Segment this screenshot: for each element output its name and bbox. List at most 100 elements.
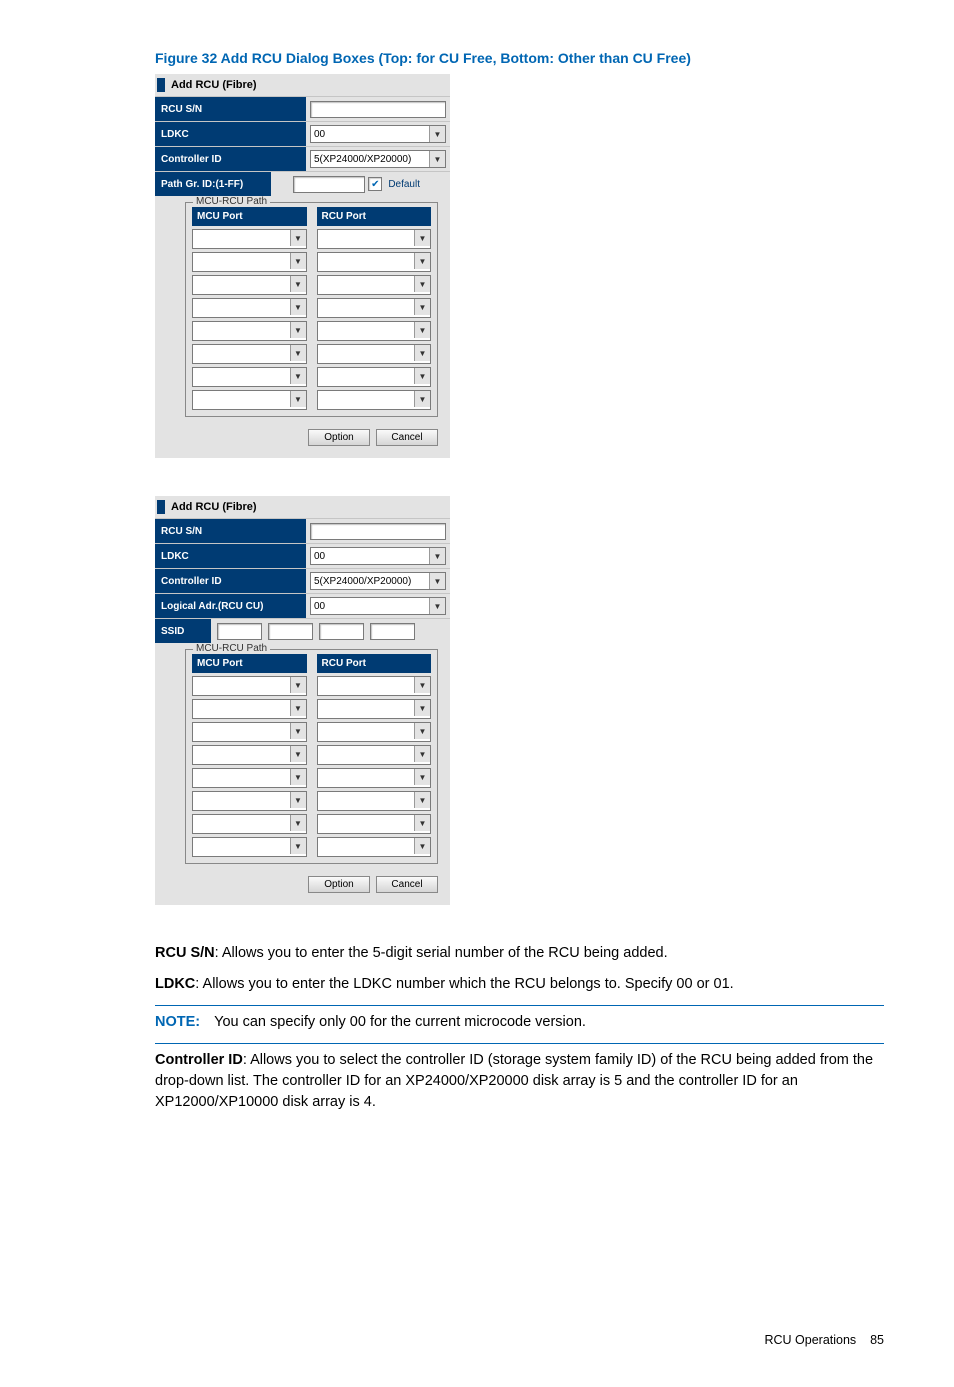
mcu-port-select[interactable]: ▼ xyxy=(192,367,307,387)
ldkc-value: 00 xyxy=(314,551,325,562)
mcu-port-select[interactable]: ▼ xyxy=(192,229,307,249)
rcu-port-select[interactable]: ▼ xyxy=(317,768,432,788)
title-marker-icon xyxy=(157,78,165,92)
chevron-down-icon: ▼ xyxy=(414,723,430,739)
ssid-label: SSID xyxy=(155,619,211,643)
cancel-button[interactable]: Cancel xyxy=(376,429,438,446)
ldkc-select[interactable]: 00 ▼ xyxy=(310,547,446,565)
ldkc-value: 00 xyxy=(314,129,325,140)
mcu-port-select[interactable]: ▼ xyxy=(192,298,307,318)
mcu-port-select[interactable]: ▼ xyxy=(192,814,307,834)
ssid-input-1[interactable] xyxy=(217,623,262,640)
rcu-port-select[interactable]: ▼ xyxy=(317,676,432,696)
mcu-port-select[interactable]: ▼ xyxy=(192,791,307,811)
rcu-port-select[interactable]: ▼ xyxy=(317,837,432,857)
chevron-down-icon: ▼ xyxy=(414,322,430,338)
mcu-port-select[interactable]: ▼ xyxy=(192,390,307,410)
chevron-down-icon: ▼ xyxy=(414,230,430,246)
path-gr-id-label: Path Gr. ID:(1-FF) xyxy=(155,172,271,196)
rcu-port-select[interactable]: ▼ xyxy=(317,745,432,765)
chevron-down-icon: ▼ xyxy=(290,677,306,693)
chevron-down-icon: ▼ xyxy=(429,598,445,614)
chevron-down-icon: ▼ xyxy=(414,746,430,762)
rcu-port-select[interactable]: ▼ xyxy=(317,791,432,811)
mcu-port-header: MCU Port xyxy=(192,207,307,226)
chevron-down-icon: ▼ xyxy=(290,253,306,269)
dialog-title: Add RCU (Fibre) xyxy=(171,79,257,91)
mcu-port-select[interactable]: ▼ xyxy=(192,745,307,765)
mcu-port-select[interactable]: ▼ xyxy=(192,252,307,272)
chevron-down-icon: ▼ xyxy=(290,345,306,361)
controller-id-label: Controller ID xyxy=(155,569,306,593)
rcu-sn-label: RCU S/N xyxy=(155,519,306,543)
chevron-down-icon: ▼ xyxy=(290,391,306,407)
rcu-port-header: RCU Port xyxy=(317,207,432,226)
rcu-port-select[interactable]: ▼ xyxy=(317,367,432,387)
rcu-sn-input[interactable] xyxy=(310,101,446,118)
note-block: NOTE:You can specify only 00 for the cur… xyxy=(155,1012,884,1033)
chevron-down-icon: ▼ xyxy=(414,792,430,808)
figure-caption: Figure 32 Add RCU Dialog Boxes (Top: for… xyxy=(155,50,884,66)
rcu-port-select[interactable]: ▼ xyxy=(317,390,432,410)
rcu-port-select[interactable]: ▼ xyxy=(317,252,432,272)
chevron-down-icon: ▼ xyxy=(429,126,445,142)
mcu-port-select[interactable]: ▼ xyxy=(192,722,307,742)
ldkc-select[interactable]: 00 ▼ xyxy=(310,125,446,143)
desc-controller-id: Controller ID: Allows you to select the … xyxy=(155,1050,884,1113)
controller-id-select[interactable]: 5(XP24000/XP20000) ▼ xyxy=(310,572,446,590)
default-checkbox[interactable]: ✔ xyxy=(368,177,382,191)
ssid-input-3[interactable] xyxy=(319,623,364,640)
chevron-down-icon: ▼ xyxy=(290,230,306,246)
mcu-port-select[interactable]: ▼ xyxy=(192,837,307,857)
chevron-down-icon: ▼ xyxy=(290,815,306,831)
chevron-down-icon: ▼ xyxy=(414,769,430,785)
mcu-port-select[interactable]: ▼ xyxy=(192,344,307,364)
chevron-down-icon: ▼ xyxy=(290,322,306,338)
dialog-title-bar: Add RCU (Fibre) xyxy=(155,496,450,518)
option-button[interactable]: Option xyxy=(308,429,370,446)
description-block: RCU S/N: Allows you to enter the 5-digit… xyxy=(155,943,884,1113)
chevron-down-icon: ▼ xyxy=(414,677,430,693)
cancel-button[interactable]: Cancel xyxy=(376,876,438,893)
ssid-input-4[interactable] xyxy=(370,623,415,640)
chevron-down-icon: ▼ xyxy=(290,838,306,854)
mcu-port-select[interactable]: ▼ xyxy=(192,676,307,696)
mcu-port-select[interactable]: ▼ xyxy=(192,275,307,295)
logical-adr-select[interactable]: 00 ▼ xyxy=(310,597,446,615)
rcu-port-select[interactable]: ▼ xyxy=(317,344,432,364)
chevron-down-icon: ▼ xyxy=(290,746,306,762)
rcu-port-select[interactable]: ▼ xyxy=(317,722,432,742)
divider xyxy=(155,1043,884,1044)
rcu-port-select[interactable]: ▼ xyxy=(317,321,432,341)
rcu-sn-input[interactable] xyxy=(310,523,446,540)
footer-page: 85 xyxy=(870,1333,884,1347)
desc-rcu-sn: RCU S/N: Allows you to enter the 5-digit… xyxy=(155,943,884,964)
mcu-port-select[interactable]: ▼ xyxy=(192,321,307,341)
chevron-down-icon: ▼ xyxy=(290,276,306,292)
mcu-rcu-path-group: MCU-RCU Path MCU Port ▼ ▼ ▼ ▼ ▼ ▼ ▼ ▼ RC… xyxy=(185,649,438,864)
rcu-port-select[interactable]: ▼ xyxy=(317,814,432,834)
controller-id-select[interactable]: 5(XP24000/XP20000) ▼ xyxy=(310,150,446,168)
option-button[interactable]: Option xyxy=(308,876,370,893)
mcu-port-select[interactable]: ▼ xyxy=(192,699,307,719)
controller-id-label: Controller ID xyxy=(155,147,306,171)
chevron-down-icon: ▼ xyxy=(414,299,430,315)
mcu-port-header: MCU Port xyxy=(192,654,307,673)
title-marker-icon xyxy=(157,500,165,514)
rcu-port-select[interactable]: ▼ xyxy=(317,275,432,295)
chevron-down-icon: ▼ xyxy=(414,368,430,384)
footer-section: RCU Operations xyxy=(764,1333,856,1347)
page-footer: RCU Operations 85 xyxy=(155,1333,884,1347)
add-rcu-dialog-noncufree: Add RCU (Fibre) RCU S/N LDKC 00 ▼ Contro… xyxy=(155,496,450,905)
path-gr-id-input[interactable] xyxy=(293,176,365,193)
mcu-port-select[interactable]: ▼ xyxy=(192,768,307,788)
chevron-down-icon: ▼ xyxy=(414,838,430,854)
mcu-rcu-path-group: MCU-RCU Path MCU Port ▼ ▼ ▼ ▼ ▼ ▼ ▼ ▼ RC… xyxy=(185,202,438,417)
ssid-input-2[interactable] xyxy=(268,623,313,640)
rcu-port-select[interactable]: ▼ xyxy=(317,229,432,249)
chevron-down-icon: ▼ xyxy=(414,253,430,269)
rcu-port-select[interactable]: ▼ xyxy=(317,699,432,719)
chevron-down-icon: ▼ xyxy=(414,391,430,407)
logical-adr-value: 00 xyxy=(314,601,325,612)
rcu-port-select[interactable]: ▼ xyxy=(317,298,432,318)
